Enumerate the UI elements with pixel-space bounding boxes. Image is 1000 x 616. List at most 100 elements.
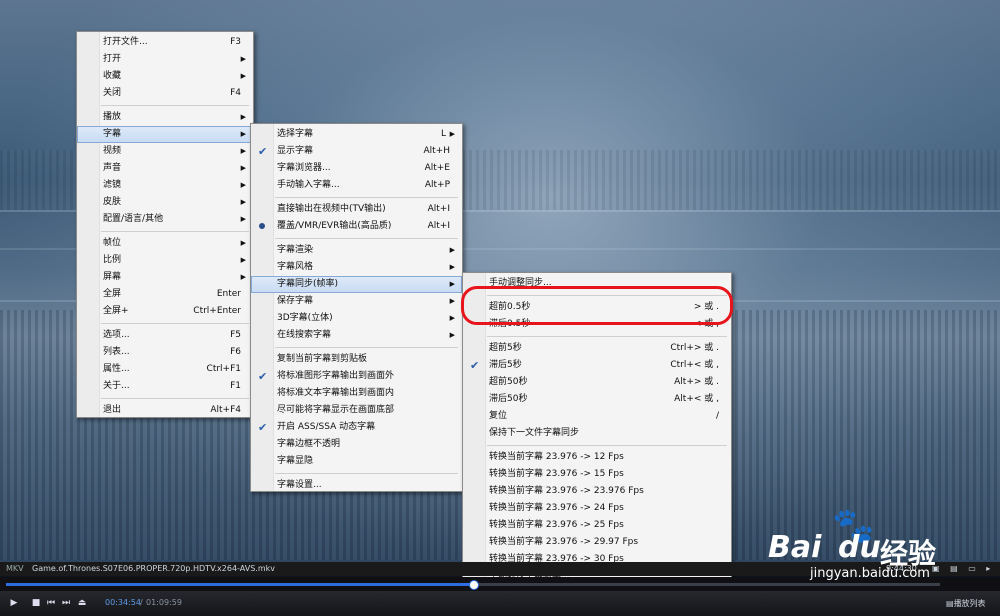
main-menu-item-5[interactable]: 播放 ▶ [77,109,253,126]
menu-item-label: 滞后50秒 [489,394,528,404]
menu-item-label: 皮肤 [103,197,122,207]
menu-item-label: 字幕渲染 [277,245,314,255]
chevron-right-icon: ▶ [449,246,455,254]
subtitle-menu-item-12[interactable]: 3D字幕(立体) ▶ [251,310,462,327]
sync-menu-item-12[interactable]: 转换当前字幕 23.976 -> 12 Fps [463,449,731,466]
subtitle-menu-item-8[interactable]: 字幕渲染 ▶ [251,242,462,259]
eject-icon[interactable]: ⏏ [76,597,88,609]
sync-menu-item-9[interactable]: 复位 / [463,408,731,425]
menu-item-label: 转换当前字幕 23.976 -> 15 Fps [489,469,624,479]
menu-item-shortcut: F6 [230,347,241,357]
sync-menu-item-6[interactable]: ✔ 滞后5秒 Ctrl+< 或 , [463,357,731,374]
subtitle-menu-item-13[interactable]: 在线搜索字幕 ▶ [251,327,462,344]
main-menu-item-9[interactable]: 滤镜 ▶ [77,177,253,194]
sync-menu-item-10[interactable]: 保持下一文件字幕同步 [463,425,731,442]
menu-item-shortcut: Alt+> 或 . [674,377,719,387]
subtitle-menu-item-0[interactable]: 选择字幕 L ▶ [251,126,462,143]
sync-menu-item-7[interactable]: 超前50秒 Alt+> 或 . [463,374,731,391]
menu-item-shortcut: Ctrl+F1 [206,364,241,374]
subtitle-menu-item-2[interactable]: 字幕浏览器... Alt+E [251,160,462,177]
main-menu-item-8[interactable]: 声音 ▶ [77,160,253,177]
main-menu-item-19[interactable]: 选项... F5 [77,327,253,344]
main-menu-item-24[interactable]: 退出 Alt+F4 [77,402,253,419]
seek-knob[interactable] [469,580,479,590]
main-menu-item-11[interactable]: 配置/语言/其他 ▶ [77,211,253,228]
main-menu-item-13[interactable]: 帧位 ▶ [77,235,253,252]
subtitle-menu-item-19[interactable]: ✔ 开启 ASS/SSA 动态字幕 [251,419,462,436]
status-icons: ▣ ▤ ▭ ▸ [932,564,995,573]
subtitle-menu-item-20[interactable]: 字幕边框不透明 [251,436,462,453]
subtitle-menu-item-6[interactable]: 覆盖/VMR/EVR输出(高品质) Alt+I [251,218,462,235]
main-menu-item-2[interactable]: 收藏 ▶ [77,68,253,85]
subtitle-menu-item-21[interactable]: 字幕显隐 [251,453,462,470]
menu-item-label: 字幕 [103,129,122,139]
main-menu-item-15[interactable]: 屏幕 ▶ [77,269,253,286]
sync-menu-item-13[interactable]: 转换当前字幕 23.976 -> 15 Fps [463,466,731,483]
main-menu-item-0[interactable]: 打开文件... F3 [77,34,253,51]
playlist-label: 播放列表 [953,599,986,608]
main-menu-item-14[interactable]: 比例 ▶ [77,252,253,269]
menu-item-label: 超前5秒 [489,343,522,353]
chevron-right-icon: ▶ [449,280,455,288]
main-menu-item-21[interactable]: 属性... Ctrl+F1 [77,361,253,378]
menu-item-shortcut: Enter [216,289,241,299]
menu-separator [101,105,249,106]
menu-item-label: 转换当前字幕 23.976 -> 24 Fps [489,503,624,513]
subtitle-menu-item-11[interactable]: 保存字幕 ▶ [251,293,462,310]
prev-icon[interactable]: ⏮ [45,597,57,609]
menu-item-label: 关闭 [103,88,122,98]
check-icon: ✔ [258,145,268,158]
menu-item-label: 字幕显隐 [277,456,314,466]
next-icon[interactable]: ⏭ [60,597,72,609]
menu-item-label: 滞后5秒 [489,360,522,370]
chevron-right-icon: ▶ [449,314,455,322]
stop-icon[interactable]: ■ [30,597,42,609]
chevron-right-icon: ▶ [240,113,246,121]
menu-item-label: 字幕浏览器... [277,163,331,173]
menu-item-label: 尽可能将字幕显示在画面底部 [277,405,395,415]
main-menu-item-6[interactable]: 字幕 ▶ [77,126,253,143]
playlist-button[interactable]: ▤播放列表 [946,598,986,609]
subtitle-menu-item-1[interactable]: ✔ 显示字幕 Alt+H [251,143,462,160]
chevron-right-icon: ▶ [240,164,246,172]
main-menu-item-3[interactable]: 关闭 F4 [77,85,253,102]
menu-item-label: 打开文件... [103,37,148,47]
chevron-right-icon: ▶ [240,215,246,223]
menu-item-label: 字幕同步(帧率) [277,279,339,289]
main-menu-item-20[interactable]: 列表... F6 [77,344,253,361]
red-highlight-ellipse [461,286,733,325]
subtitle-menu-item-16[interactable]: ✔ 将标准图形字幕输出到画面外 [251,368,462,385]
sync-menu-item-17[interactable]: 转换当前字幕 23.976 -> 29.97 Fps [463,534,731,551]
subtitle-menu-item-5[interactable]: 直接输出在视频中(TV输出) Alt+I [251,201,462,218]
main-menu-item-17[interactable]: 全屏+ Ctrl+Enter [77,303,253,320]
sync-menu-item-16[interactable]: 转换当前字幕 23.976 -> 25 Fps [463,517,731,534]
play-icon[interactable]: ▶ [8,597,20,609]
subtitle-menu-item-18[interactable]: 尽可能将字幕显示在画面底部 [251,402,462,419]
menu-separator [101,398,249,399]
menu-separator [101,231,249,232]
subtitle-menu-item-17[interactable]: 将标准文本字幕输出到画面内 [251,385,462,402]
menu-item-label: 关于... [103,381,130,391]
subtitle-menu-item-23[interactable]: 字幕设置... [251,477,462,494]
subtitle-menu-item-10[interactable]: 字幕同步(帧率) ▶ [251,276,462,293]
menu-item-label: 复制当前字幕到剪贴板 [277,354,368,364]
chevron-right-icon: ▶ [240,130,246,138]
subtitle-menu-item-15[interactable]: 复制当前字幕到剪贴板 [251,351,462,368]
menu-item-shortcut: Alt+I [427,204,450,214]
main-menu-item-22[interactable]: 关于... F1 [77,378,253,395]
main-menu-item-1[interactable]: 打开 ▶ [77,51,253,68]
menu-separator [487,445,727,446]
sync-menu-item-14[interactable]: 转换当前字幕 23.976 -> 23.976 Fps [463,483,731,500]
subtitle-menu-item-9[interactable]: 字幕风格 ▶ [251,259,462,276]
main-menu-item-10[interactable]: 皮肤 ▶ [77,194,253,211]
subtitle-menu-item-3[interactable]: 手动输入字幕... Alt+P [251,177,462,194]
sync-menu-item-8[interactable]: 滞后50秒 Alt+< 或 , [463,391,731,408]
menu-separator [275,197,458,198]
menu-item-shortcut: Alt+E [424,163,450,173]
main-menu-item-7[interactable]: 视频 ▶ [77,143,253,160]
sync-menu-item-15[interactable]: 转换当前字幕 23.976 -> 24 Fps [463,500,731,517]
menu-item-label: 全屏+ [103,306,129,316]
sync-menu-item-5[interactable]: 超前5秒 Ctrl+> 或 . [463,340,731,357]
menu-item-shortcut: Alt+F4 [210,405,241,415]
main-menu-item-16[interactable]: 全屏 Enter [77,286,253,303]
